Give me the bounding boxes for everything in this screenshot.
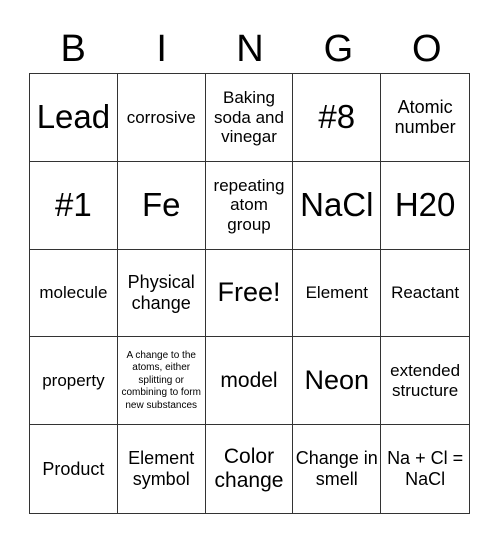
bingo-header: B I N G O [29, 26, 471, 72]
free-space-cell[interactable]: Free! [205, 249, 294, 338]
bingo-cell[interactable]: model [205, 337, 294, 426]
bingo-cell[interactable]: Lead [30, 74, 118, 162]
bingo-cell[interactable]: #1 [30, 161, 118, 250]
bingo-cell[interactable]: Change in smell [293, 425, 382, 513]
bingo-cell[interactable]: #8 [293, 74, 382, 162]
bingo-cell[interactable]: Na + Cl = NaCl [381, 425, 469, 513]
bingo-cell[interactable]: Product [30, 425, 118, 513]
bingo-cell[interactable]: Color change [206, 425, 294, 513]
bingo-cell[interactable]: Fe [117, 161, 206, 250]
header-letter-i: I [156, 28, 167, 70]
bingo-cell[interactable]: repeating atom group [205, 161, 294, 250]
bingo-cell[interactable]: corrosive [117, 74, 206, 162]
bingo-cell[interactable]: NaCl [293, 161, 382, 250]
bingo-cell[interactable]: Physical change [117, 249, 206, 338]
bingo-cell[interactable]: H20 [381, 162, 469, 250]
header-letter-g: G [323, 28, 354, 70]
bingo-cell[interactable]: Element [293, 249, 382, 338]
bingo-grid: Lead corrosive Baking soda and vinegar #8 At… [29, 73, 470, 514]
bingo-cell[interactable]: Baking soda and vinegar [205, 74, 294, 162]
bingo-cell[interactable]: property [30, 337, 118, 426]
bingo-cell[interactable]: Element symbol [118, 425, 206, 513]
header-letter-n: N [236, 28, 264, 70]
header-letter-b: B [60, 28, 86, 70]
bingo-cell[interactable]: Reactant [381, 250, 469, 338]
bingo-cell[interactable]: extended structure [381, 337, 469, 426]
bingo-cell[interactable]: Neon [293, 337, 382, 426]
bingo-cell[interactable]: molecule [30, 249, 118, 338]
bingo-cell[interactable]: Atomic number [381, 74, 469, 162]
bingo-cell[interactable]: A change to the atoms, either splitting … [117, 337, 206, 426]
header-letter-o: O [412, 28, 442, 70]
